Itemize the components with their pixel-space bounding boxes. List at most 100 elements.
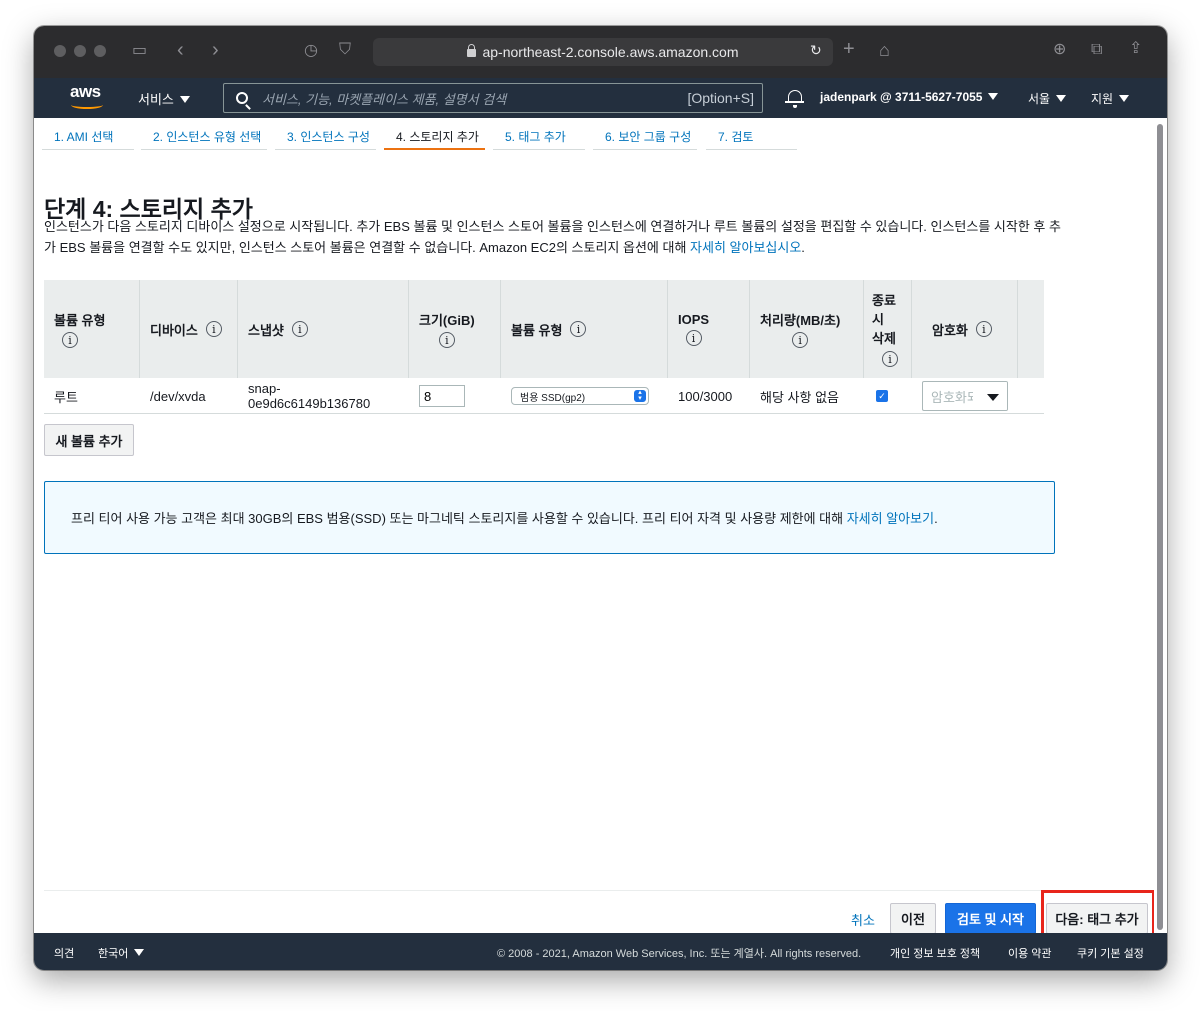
header-device: 디바이스 i [140,280,238,378]
search-icon [236,92,248,104]
header-volume-type-label: 볼륨 유형 [54,313,106,328]
header-iops-label: IOPS [678,312,710,327]
reload-icon[interactable]: ↻ [810,43,822,57]
info-icon[interactable]: i [438,332,455,348]
cell-device: /dev/xvda [150,388,206,404]
header-volume-type: 볼륨 유형 i [44,280,140,378]
snapshot-id-line1: snap- [248,381,281,396]
region-label: 서울 [1028,92,1051,106]
back-icon[interactable]: ‹ [177,40,184,60]
cell-size [409,378,501,414]
review-and-launch-button[interactable]: 검토 및 시작 [945,903,1036,933]
caret-down-icon [988,93,999,100]
alert-end: . [934,511,938,526]
zoom-window-button[interactable] [94,45,106,57]
support-label: 지원 [1091,92,1114,106]
header-delete-line1: 종료 [872,293,896,308]
notifications-bell-icon[interactable] [785,90,804,108]
new-tab-icon[interactable]: + [843,39,855,59]
console-footer: 의견 한국어 © 2008 - 2021, Amazon Web Service… [34,933,1167,970]
free-tier-alert: 프리 티어 사용 가능 고객은 최대 30GB의 EBS 범용(SSD) 또는 … [44,481,1055,554]
scrollbar[interactable] [1157,124,1163,930]
account-label: jadenpark @ 3711-5627-7055 [820,90,983,104]
copyright-text: © 2008 - 2021, Amazon Web Services, Inc.… [497,948,862,960]
search-shortcut: [Option+S] [687,90,754,106]
support-menu[interactable]: 지원 [1091,90,1130,107]
feedback-link[interactable]: 의견 [54,945,74,961]
shield-icon[interactable]: ⛉ [339,42,351,58]
safari-toolbar: ▭ ‹ › ◷ ⛉ ap-northeast-2.console.aws.ama… [34,26,1167,78]
header-throughput-label: 처리량(MB/초) [760,313,841,328]
header-encryption: 암호화 i [912,280,1018,378]
aws-navbar: aws 서비스 서비스, 기능, 마켓플레이스 제품, 설명서 검색 [Opti… [34,78,1167,118]
tab-step-storage[interactable]: 4. 스토리지 추가 [384,124,485,150]
header-device-label: 디바이스 [150,322,198,338]
close-window-button[interactable] [54,45,66,57]
learn-more-link[interactable]: 자세히 알아보십시오 [690,240,801,255]
cookie-preferences-link[interactable]: 쿠키 기본 설정 [1077,945,1144,961]
encryption-select[interactable]: 암호화되지 않음 [922,381,1008,411]
header-size: 크기(GiB) i [409,280,501,378]
search-input[interactable]: 서비스, 기능, 마켓플레이스 제품, 설명서 검색 [Option+S] [223,83,763,113]
tab-step-ami[interactable]: 1. AMI 선택 [42,124,134,150]
tab-step-review[interactable]: 7. 검토 [706,124,797,150]
info-icon[interactable]: i [570,321,587,337]
header-delete-on-termination: 종료 시 삭제 i [864,280,912,378]
tab-step-instance-type[interactable]: 2. 인스턴스 유형 선택 [141,124,267,150]
caret-down-icon [134,949,145,956]
privacy-link[interactable]: 개인 정보 보호 정책 [890,945,980,961]
info-icon[interactable]: i [62,332,78,348]
info-icon[interactable]: i [792,332,809,348]
info-icon[interactable]: i [975,321,992,337]
cancel-link[interactable]: 취소 [851,910,875,929]
aws-logo-text: aws [70,82,101,101]
cell-throughput: 해당 사항 없음 [760,389,839,405]
url-text: ap-northeast-2.console.aws.amazon.com [482,44,739,60]
address-bar[interactable]: ap-northeast-2.console.aws.amazon.com [373,38,833,66]
info-icon[interactable]: i [291,321,308,337]
highlight-box [1041,890,1154,933]
aws-logo[interactable]: aws [70,82,106,112]
volume-type-select[interactable]: 범용 SSD(gp2) ▴ ▾ [511,387,649,405]
alert-body: 프리 티어 사용 가능 고객은 최대 30GB의 EBS 범용(SSD) 또는 … [71,511,847,526]
language-label: 한국어 [98,948,129,960]
home-icon[interactable]: ⌂ [879,41,890,59]
cell-encryption: 암호화되지 않음 [912,378,1018,414]
services-menu[interactable]: 서비스 [138,89,190,108]
caret-down-icon [987,394,999,401]
header-snapshot-label: 스냅샷 [248,322,284,338]
page-description: 인스턴스가 다음 스토리지 디바이스 설정으로 시작됩니다. 추가 EBS 볼륨… [44,216,1064,258]
previous-button[interactable]: 이전 [890,903,936,933]
delete-on-termination-checkbox[interactable]: ✓ [876,390,888,402]
terms-link[interactable]: 이용 약관 [1008,945,1052,961]
size-input[interactable] [419,385,465,407]
info-icon[interactable]: i [685,330,702,346]
minimize-window-button[interactable] [74,45,86,57]
storage-table-header: 볼륨 유형 i 디바이스 i 스냅샷 i 크기(GiB) i 볼륨 유형 i IOPS i … [44,280,1044,378]
history-icon[interactable]: ◷ [304,43,318,59]
tabs-overview-icon[interactable]: ⧉ [1091,42,1102,58]
share-icon[interactable]: ⇪ [1129,41,1142,57]
region-menu[interactable]: 서울 [1028,90,1067,107]
download-icon[interactable]: ⊕ [1053,42,1066,58]
tab-step-security-group[interactable]: 6. 보안 그룹 구성 [593,124,697,150]
sidebar-icon[interactable]: ▭ [132,43,147,59]
tab-step-configure[interactable]: 3. 인스턴스 구성 [275,124,376,150]
header-delete-line3: 삭제 [872,331,896,346]
cell-iops: 100/3000 [678,388,733,404]
header-delete-line2: 시 [872,312,884,327]
forward-icon[interactable]: › [212,40,219,60]
lock-icon [467,44,477,57]
alert-learn-more-link[interactable]: 자세히 알아보기 [847,511,934,526]
volume-type-value: 범용 SSD(gp2) [520,392,586,404]
cell-volume-type: 루트 [54,389,78,405]
updown-chevron-icon: ▴ ▾ [634,389,646,402]
info-icon[interactable]: i [205,321,222,337]
language-menu[interactable]: 한국어 [98,945,145,961]
account-menu[interactable]: jadenpark @ 3711-5627-7055 [820,90,999,104]
info-icon[interactable]: i [882,351,898,367]
aws-logo-smile-icon [71,101,103,109]
tab-step-tags[interactable]: 5. 태그 추가 [493,124,585,150]
add-volume-button[interactable]: 새 볼륨 추가 [44,424,134,456]
header-ebs-volume-type: 볼륨 유형 i [501,280,668,378]
